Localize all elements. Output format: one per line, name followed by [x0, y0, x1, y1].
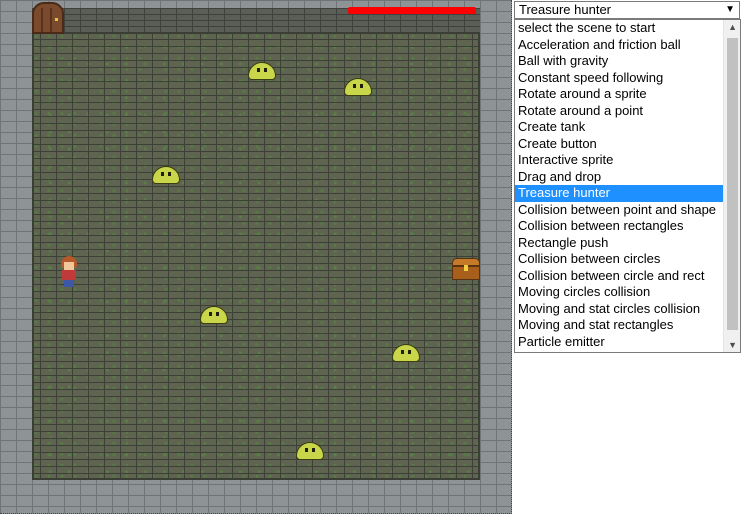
scroll-down-icon[interactable]: ▼	[728, 340, 737, 350]
blob-enemy	[390, 342, 422, 364]
scene-option[interactable]: Constant speed following	[515, 70, 740, 87]
scene-option[interactable]: Ball with gravity	[515, 53, 740, 70]
scene-option[interactable]: Rotate around a point	[515, 103, 740, 120]
scene-option[interactable]: Interactive sprite	[515, 152, 740, 169]
health-bar	[348, 7, 476, 14]
blob-enemy	[246, 60, 278, 82]
scene-option[interactable]: Collision between circle and rect	[515, 268, 740, 285]
blob-enemy	[150, 164, 182, 186]
scene-select-value: Treasure hunter	[519, 2, 612, 17]
scene-option[interactable]: Collision between rectangles	[515, 218, 740, 235]
scene-option[interactable]: Rectangle push	[515, 235, 740, 252]
treasure-chest	[452, 258, 480, 280]
scene-options-list[interactable]: select the scene to start Acceleration an…	[514, 19, 741, 353]
scene-option[interactable]: Rotate around a sprite	[515, 86, 740, 103]
scene-option[interactable]: Collision between circles	[515, 251, 740, 268]
scene-option[interactable]: Create tank	[515, 119, 740, 136]
scroll-up-icon[interactable]: ▲	[728, 22, 737, 32]
exit-door	[32, 2, 64, 34]
scene-option[interactable]: Treasure hunter	[515, 185, 740, 202]
explorer-player[interactable]	[58, 256, 80, 288]
scene-select[interactable]: Treasure hunter ▼	[514, 1, 740, 19]
blob-enemy	[198, 304, 230, 326]
game-canvas[interactable]	[0, 0, 512, 514]
scene-option[interactable]: Drag and drop	[515, 169, 740, 186]
scene-option[interactable]: Create button	[515, 136, 740, 153]
scene-option[interactable]: Particle emitter	[515, 334, 740, 351]
scene-option[interactable]: Moving circles collision	[515, 284, 740, 301]
triangle-down-icon[interactable]: ▼	[725, 2, 735, 18]
scene-option[interactable]: Acceleration and friction ball	[515, 37, 740, 54]
scrollbar-thumb[interactable]	[727, 38, 738, 330]
blob-enemy	[342, 76, 374, 98]
scene-option[interactable]: Moving and stat rectangles	[515, 317, 740, 334]
scene-option[interactable]: Collision between point and shape	[515, 202, 740, 219]
scrollbar[interactable]: ▲ ▼	[723, 20, 740, 352]
scene-option[interactable]: Moving and stat circles collision	[515, 301, 740, 318]
dungeon-floor	[32, 32, 480, 480]
scene-option[interactable]: select the scene to start	[515, 20, 740, 37]
door-knob	[55, 18, 58, 21]
blob-enemy	[294, 440, 326, 462]
